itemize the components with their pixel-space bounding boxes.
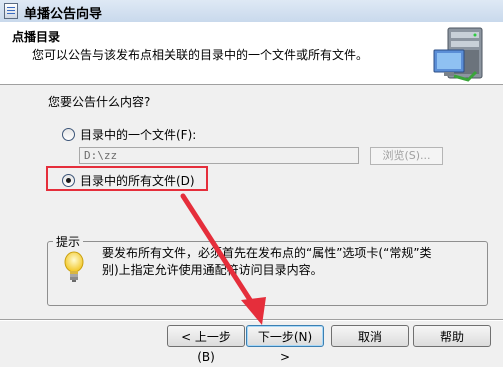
server-computer-icon — [433, 27, 483, 82]
help-button[interactable]: 帮助 — [413, 325, 491, 347]
back-button[interactable]: < 上一步(B) — [167, 325, 245, 364]
page-subtitle: 您可以公告与该发布点相关联的目录中的一个文件或所有文件。 — [32, 48, 369, 62]
page-title: 点播目录 — [12, 30, 61, 44]
next-button[interactable]: 下一步(N) > — [246, 325, 324, 364]
hint-text: 要发布所有文件，必须首先在发布点的“属性”选项卡(“常规”类别)上指定允许使用通… — [102, 246, 432, 277]
window-title: 单播公告向导 — [24, 7, 103, 22]
all-files-radio[interactable] — [62, 174, 75, 187]
lightbulb-icon — [64, 251, 84, 282]
footer-separator — [0, 319, 503, 321]
all-files-label: 目录中的所有文件(D) — [80, 174, 195, 188]
single-file-label: 目录中的一个文件(F): — [80, 128, 197, 142]
title-bar: 单播公告向导 — [0, 0, 503, 23]
wizard-app-icon — [4, 3, 18, 19]
question-label: 您要公告什么内容? — [48, 95, 151, 109]
browse-button[interactable]: 浏览(S)... — [370, 147, 443, 165]
single-file-radio[interactable] — [62, 128, 75, 141]
file-path-field[interactable]: D:\zz — [79, 147, 359, 164]
option-all-files[interactable]: 目录中的所有文件(D) — [62, 172, 195, 189]
hint-legend: 提示 — [53, 233, 84, 250]
wizard-header: 点播目录 您可以公告与该发布点相关联的目录中的一个文件或所有文件。 — [0, 22, 503, 85]
option-single-file[interactable]: 目录中的一个文件(F): — [62, 126, 196, 143]
cancel-button[interactable]: 取消 — [331, 325, 409, 347]
